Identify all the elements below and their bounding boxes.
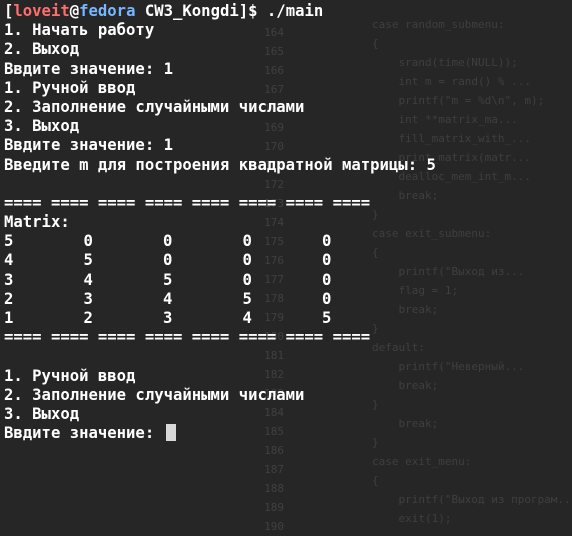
editor-line-number: 190 [264, 520, 284, 533]
output-line: 1. Начать работу [4, 21, 155, 40]
matrix-cell: 4 [4, 251, 14, 270]
matrix-cell: 0 [322, 232, 332, 251]
output-before-matrix: 1. Начать работу 2. Выход Ввдите значение:… [4, 21, 572, 194]
matrix-cell: 5 [163, 270, 173, 289]
matrix-row: 1 2 3 4 5 [4, 309, 572, 328]
matrix-cell: 3 [163, 309, 173, 327]
matrix-cell: 5 [4, 232, 14, 251]
matrix-cell: 2 [83, 309, 93, 327]
matrix-cell: 0 [322, 251, 332, 270]
editor-code-line: case exit_menu: [372, 455, 472, 468]
prompt-at: @ [69, 2, 80, 20]
matrix-cell: 0 [163, 232, 173, 251]
matrix-cell: 5 [322, 309, 332, 327]
prompt-user: loveit [13, 2, 70, 20]
matrix-cell: 4 [83, 270, 93, 289]
matrix-row: 3 4 5 0 0 [4, 271, 572, 290]
input-prompt-line[interactable]: Ввдите значение: [4, 424, 572, 443]
matrix-cell: 0 [242, 251, 252, 270]
terminal-window[interactable]: [loveit@fedora CW3_Kongdi]$ ./main 1. На… [0, 0, 572, 453]
input-prompt-text: Ввдите значение: [4, 424, 164, 443]
matrix-cell: 0 [242, 270, 252, 289]
editor-line-number: 187 [264, 463, 284, 476]
matrix-row: 4 5 0 0 0 [4, 251, 572, 270]
editor-line-number: 189 [264, 501, 284, 514]
separator-top: ==== ==== ==== ==== ==== ==== ==== ==== [4, 193, 371, 212]
prompt-directory: CW3_Kongdi [135, 2, 239, 20]
shell-prompt-line: [loveit@fedora CW3_Kongdi]$ ./main [4, 2, 572, 21]
output-line: 3. Выход [4, 117, 80, 136]
output-line: Ввдите значение: 1 [4, 136, 173, 155]
editor-code-line: { [372, 474, 379, 487]
matrix-cell: 0 [322, 270, 332, 289]
matrix-row: 5 0 0 0 0 [4, 232, 572, 251]
matrix-cell: 0 [83, 232, 93, 251]
output-line: Введите m для построения квадратной матр… [4, 155, 436, 174]
matrix-cell: 5 [83, 251, 93, 270]
text-cursor [165, 424, 176, 442]
matrix-cell: 0 [163, 251, 173, 270]
matrix-output: 5000045000345002345012345 [4, 232, 572, 328]
prompt-symbol: ]$ [238, 2, 267, 20]
output-line: Ввдите значение: 1 [4, 59, 173, 78]
matrix-cell: 0 [322, 289, 332, 308]
editor-line-number: 188 [264, 482, 284, 495]
prompt-host: fedora [79, 2, 136, 20]
output-line: 2. Заполнение случайными числами [4, 97, 305, 116]
matrix-cell: 4 [242, 309, 252, 327]
output-line: 2. Выход [4, 40, 80, 59]
matrix-cell: 3 [83, 289, 93, 308]
output-line: 2. Заполнение случайными числами [4, 385, 305, 404]
output-line: 1. Ручной ввод [4, 366, 136, 385]
output-line: 1. Ручной ввод [4, 78, 136, 97]
matrix-cell: 0 [242, 232, 252, 251]
editor-code-line: printf("Выход из програм... [372, 493, 572, 506]
matrix-row: 2 3 4 5 0 [4, 290, 572, 309]
matrix-label: Matrix: [4, 213, 70, 232]
matrix-cell: 5 [242, 289, 252, 308]
matrix-cell: 1 [4, 309, 14, 327]
prompt-command: ./main [266, 2, 324, 20]
prompt-open-bracket: [ [4, 2, 14, 20]
matrix-cell: 3 [4, 270, 14, 289]
matrix-cell: 2 [4, 289, 14, 308]
matrix-cell: 4 [163, 289, 173, 308]
editor-code-line: exit(1); [372, 512, 452, 525]
output-line: 3. Выход [4, 404, 80, 423]
separator-bottom: ==== ==== ==== ==== ==== ==== ==== ==== [4, 328, 371, 347]
output-after-matrix: 1. Ручной ввод 2. Заполнение случайными ч… [4, 347, 572, 424]
